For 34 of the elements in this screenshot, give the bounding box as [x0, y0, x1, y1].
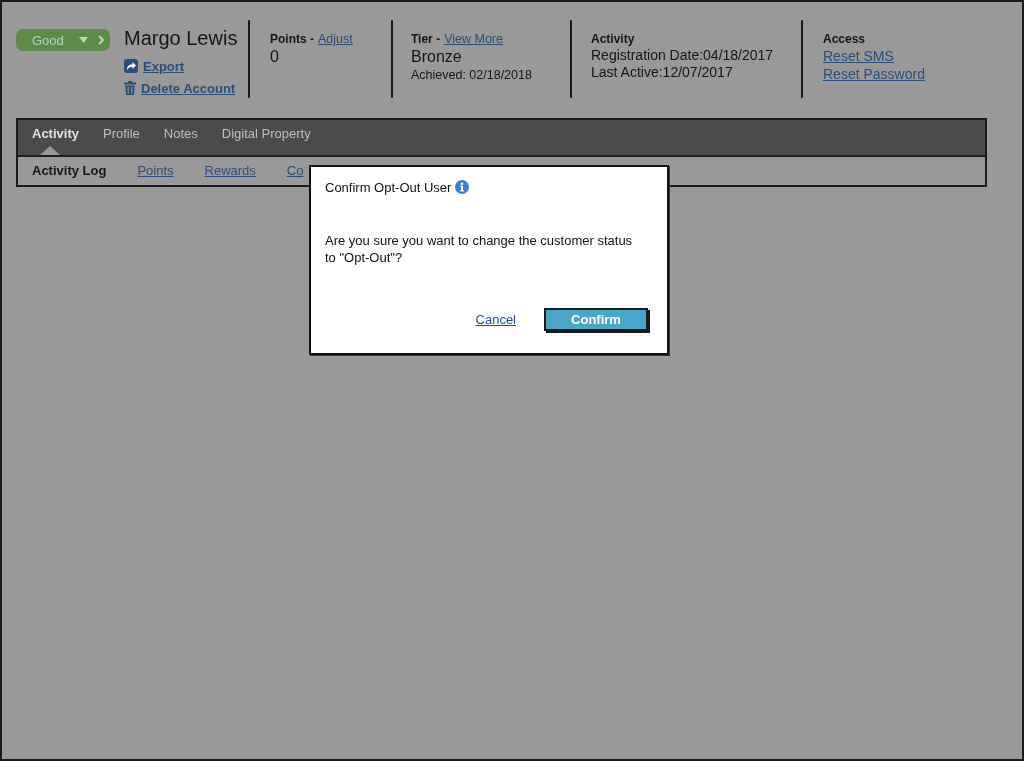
- section-link[interactable]: View More: [444, 31, 503, 47]
- action-link[interactable]: Export: [124, 56, 185, 76]
- info-icon: [455, 180, 470, 194]
- tab[interactable]: Profile: [102, 120, 140, 155]
- sub-tab[interactable]: Activity Log: [32, 163, 107, 179]
- sub-tab[interactable]: Co: [286, 163, 304, 179]
- dialog-title: Confirm Opt-Out User: [325, 179, 452, 195]
- sub-tab[interactable]: Points: [137, 163, 174, 179]
- dialog-message: Are you sure you want to change the customer status to "Opt-Out"?: [325, 232, 634, 266]
- tab[interactable]: Digital Property: [221, 120, 311, 155]
- tab[interactable]: Notes: [163, 120, 198, 155]
- action-link[interactable]: Delete Account: [124, 78, 236, 98]
- summary-value: 0: [270, 47, 279, 67]
- caret-icon: [79, 37, 88, 43]
- section-heading: Activity: [591, 31, 635, 47]
- summary-detail: Registration Date:04/18/2017: [591, 47, 774, 64]
- section-heading: Points -: [270, 31, 314, 47]
- section-heading: Tier -: [411, 31, 441, 47]
- chevron-right-icon: [98, 35, 104, 45]
- share-arrow-icon: [124, 59, 138, 73]
- section-heading: Access: [823, 31, 866, 47]
- status-dropdown[interactable]: Good: [16, 29, 110, 51]
- summary-note: Achieved: 02/18/2018: [411, 67, 532, 83]
- confirm-button[interactable]: Confirm: [544, 308, 648, 331]
- summary-detail: Last Active:12/07/2017: [591, 64, 733, 81]
- trash-icon: [124, 81, 136, 95]
- customer-name: Margo Lewis: [124, 27, 239, 49]
- tab[interactable]: Activity: [32, 120, 79, 155]
- cancel-link[interactable]: Cancel: [475, 312, 516, 327]
- section-link[interactable]: Adjust: [318, 31, 353, 47]
- summary-link[interactable]: Reset SMS: [823, 47, 894, 65]
- summary-link[interactable]: Reset Password: [823, 65, 925, 83]
- sub-tab[interactable]: Rewards: [204, 163, 256, 179]
- summary-value: Bronze: [411, 47, 462, 67]
